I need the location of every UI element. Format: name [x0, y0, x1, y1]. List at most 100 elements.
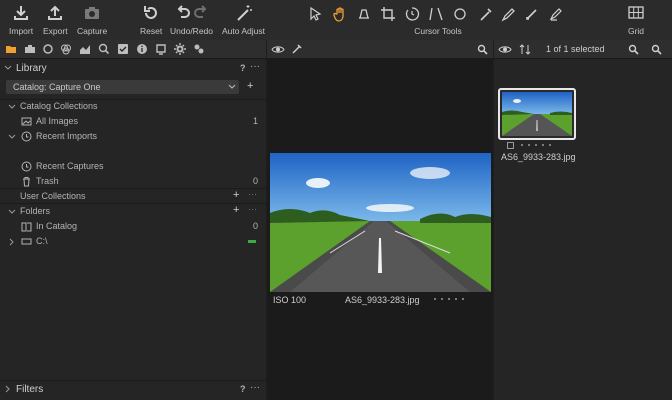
chevron-down-icon	[8, 209, 16, 214]
grid-icon	[628, 6, 644, 19]
color-tab-icon[interactable]	[60, 43, 72, 55]
images-icon	[21, 117, 32, 126]
brush-icon[interactable]	[500, 6, 516, 22]
sort-icon[interactable]	[519, 44, 531, 55]
gradient-icon[interactable]	[524, 6, 540, 22]
settings-tab-icon[interactable]	[174, 43, 186, 55]
user-collections-title: User Collections	[20, 191, 86, 201]
thumbnail-filename: AS6_9933-283.jpg	[501, 152, 576, 162]
chevron-down-icon	[8, 104, 16, 109]
eye-icon[interactable]	[498, 44, 512, 55]
library-more-icon[interactable]: ···	[250, 61, 260, 72]
library-title: Library	[16, 63, 47, 74]
filters-more-icon[interactable]: ···	[250, 382, 260, 393]
browser-toolbar: 1 of 1 selected	[494, 40, 672, 59]
magic-wand-icon	[236, 5, 252, 21]
clock-icon	[21, 131, 32, 142]
drive-status-indicator	[248, 240, 256, 243]
tool-tabs	[0, 40, 266, 59]
recent-captures-label: Recent Captures	[36, 161, 104, 171]
camera-icon	[85, 7, 100, 19]
chevron-down-icon	[228, 84, 236, 89]
select-cursor-icon[interactable]	[308, 6, 324, 22]
library-panel: Library ? ··· Catalog: Capture One + Cat…	[0, 40, 266, 400]
recent-imports-item[interactable]: Recent Imports	[0, 129, 266, 144]
eye-icon[interactable]	[271, 44, 285, 55]
undo-redo-button[interactable]: Undo/Redo	[170, 4, 213, 36]
help-icon[interactable]: ?	[240, 63, 246, 73]
book-icon	[21, 222, 32, 232]
all-images-item[interactable]: All Images 1	[0, 114, 266, 129]
library-header[interactable]: Library ? ···	[0, 60, 266, 77]
loupe-icon[interactable]	[356, 6, 372, 22]
catalog-collections-header[interactable]: Catalog Collections	[0, 99, 266, 114]
add-folder-icon[interactable]: +	[233, 204, 239, 216]
capture-label: Capture	[77, 26, 108, 36]
main-toolbar: Import Export Capture Reset Undo/Redo Au…	[0, 0, 672, 40]
filters-title: Filters	[16, 384, 44, 395]
picker-icon[interactable]	[291, 44, 302, 55]
metadata-tab-icon[interactable]	[136, 43, 148, 55]
undo-redo-icon	[177, 5, 206, 18]
output-tab-icon[interactable]	[155, 43, 167, 55]
zoom-icon[interactable]	[477, 44, 488, 55]
viewer-toolbar	[267, 40, 493, 59]
help-icon[interactable]: ?	[240, 384, 246, 394]
capture-button[interactable]: Capture	[77, 4, 107, 36]
thumbnail-checkbox[interactable]	[507, 142, 514, 149]
in-catalog-item[interactable]: In Catalog 0	[0, 219, 266, 234]
pan-hand-icon[interactable]	[332, 6, 348, 22]
folders-header[interactable]: Folders + ···	[0, 204, 266, 219]
image-filename: AS6_9933-283.jpg	[345, 295, 420, 305]
reset-icon	[144, 6, 158, 19]
main-image[interactable]	[270, 153, 491, 292]
thumbnail-selected[interactable]	[498, 88, 576, 140]
import-icon	[14, 6, 29, 20]
user-collections-more-icon[interactable]: ···	[248, 189, 257, 199]
auto-adjust-button[interactable]: Auto Adjust	[222, 4, 265, 36]
auto-adjust-label: Auto Adjust	[222, 26, 266, 36]
filters-header[interactable]: Filters ? ···	[0, 381, 266, 398]
catalog-select[interactable]: Catalog: Capture One	[6, 80, 239, 94]
import-label: Import	[9, 26, 34, 36]
drive-item[interactable]: C:\	[0, 234, 266, 249]
picker-icon[interactable]	[478, 6, 494, 22]
details-tab-icon[interactable]	[98, 43, 110, 55]
recent-captures-item[interactable]: Recent Captures	[0, 159, 266, 174]
export-icon	[48, 5, 63, 20]
zoom-icon[interactable]	[628, 44, 639, 55]
adjustments-tab-icon[interactable]	[117, 43, 129, 55]
user-collections-header[interactable]: User Collections + ···	[0, 189, 266, 204]
trash-icon	[23, 177, 30, 187]
exposure-tab-icon[interactable]	[79, 43, 91, 55]
reset-button[interactable]: Reset	[140, 4, 162, 36]
undo-redo-label: Undo/Redo	[170, 26, 214, 36]
lens-tab-icon[interactable]	[42, 43, 54, 55]
add-catalog-icon[interactable]: +	[247, 80, 253, 92]
crop-icon[interactable]	[380, 6, 396, 22]
thumbnail-star-rating[interactable]	[521, 144, 551, 146]
eraser-icon[interactable]	[548, 6, 564, 22]
all-images-count: 1	[253, 116, 259, 126]
catalog-collections-title: Catalog Collections	[20, 101, 98, 111]
folders-more-icon[interactable]: ···	[248, 204, 257, 214]
folder-tab-icon[interactable]	[5, 43, 17, 55]
rotate-icon[interactable]	[404, 6, 420, 22]
export-button[interactable]: Export	[43, 4, 68, 36]
browser-panel: 1 of 1 selected AS6_9933-283.jpg	[494, 40, 672, 400]
viewer-panel: ISO 100 AS6_9933-283.jpg	[267, 40, 493, 400]
search-icon[interactable]	[651, 44, 662, 55]
trash-item[interactable]: Trash 0	[0, 174, 266, 189]
add-user-collection-icon[interactable]: +	[233, 189, 239, 201]
recent-imports-label: Recent Imports	[36, 131, 98, 141]
spot-removal-icon[interactable]	[452, 6, 468, 22]
trash-count: 0	[253, 176, 259, 186]
import-button[interactable]: Import	[9, 4, 33, 36]
drive-icon	[21, 238, 32, 245]
star-rating[interactable]	[434, 298, 464, 300]
in-catalog-label: In Catalog	[36, 221, 78, 231]
keystone-icon[interactable]	[428, 6, 444, 22]
batch-tab-icon[interactable]	[193, 43, 205, 55]
camera-tab-icon[interactable]	[24, 43, 36, 55]
grid-button[interactable]: Grid	[627, 4, 645, 36]
